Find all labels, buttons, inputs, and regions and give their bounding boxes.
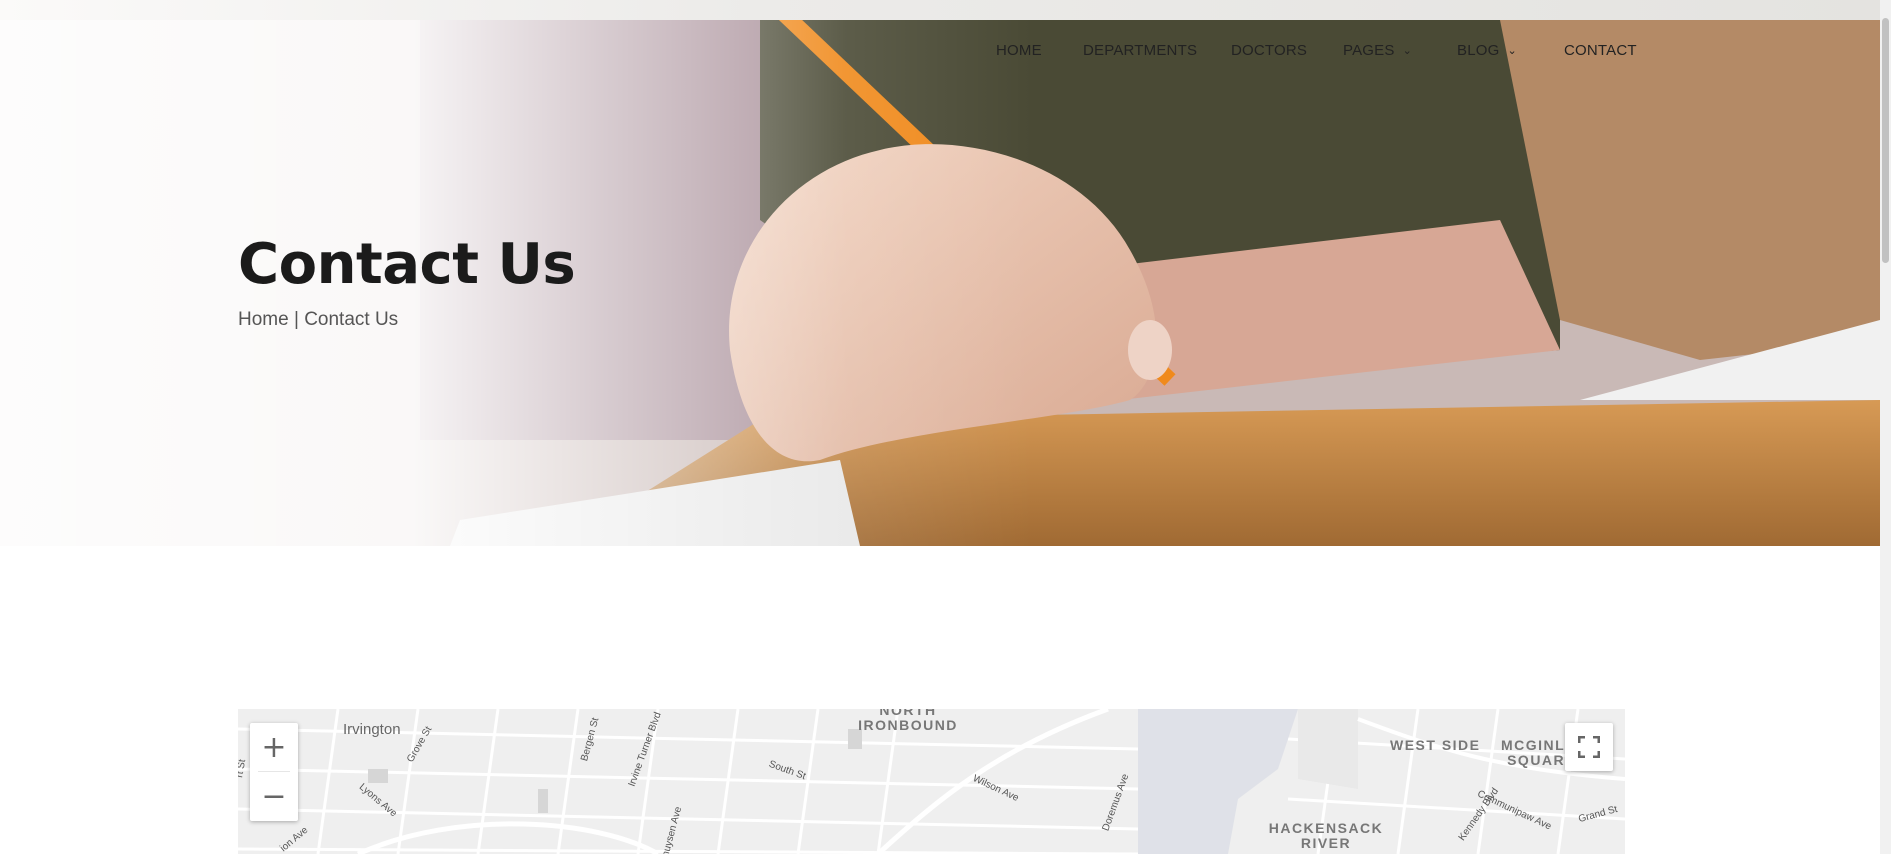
nav-blog-label: BLOG: [1457, 42, 1500, 59]
nav-home-label: HOME: [996, 42, 1042, 59]
page-scrollbar[interactable]: [1880, 0, 1891, 854]
map-label-irvington: Irvington: [343, 721, 401, 738]
map-label-mcginley: MCGINLE: [1500, 737, 1576, 753]
breadcrumb-current: Contact Us: [304, 309, 399, 330]
nav-pages[interactable]: PAGES ⌄: [1343, 42, 1412, 59]
breadcrumb: Home | Contact Us: [238, 309, 398, 331]
map-label-hackensack: HACKENSACK: [1268, 820, 1384, 836]
map-label-river: RIVER: [1300, 835, 1352, 851]
map-label-mcginley-square: MCGINLE SQUARE: [1486, 738, 1576, 768]
map-label-square: SQUARE: [1507, 752, 1576, 768]
fullscreen-icon: [1578, 736, 1600, 758]
page: HOME DEPARTMENTS DOCTORS PAGES ⌄ BLOG ⌄ CO…: [0, 0, 1880, 854]
map-zoom-in-button[interactable]: +: [250, 723, 298, 771]
map-label-hackensack-river: HACKENSACK RIVER: [1266, 821, 1386, 851]
map-embed[interactable]: Irvington NORTH IRONBOUND WEST SIDE MCGI…: [238, 709, 1625, 854]
map-zoom-out-button[interactable]: −: [250, 772, 298, 820]
nav-departments-label: DEPARTMENTS: [1083, 42, 1198, 59]
breadcrumb-home-link[interactable]: Home: [238, 309, 289, 330]
map-label-ironbound: IRONBOUND: [858, 717, 958, 733]
breadcrumb-separator: |: [293, 309, 299, 330]
map-zoom-control: + −: [250, 723, 298, 821]
chevron-down-icon: ⌄: [1507, 45, 1517, 57]
map-fullscreen-button[interactable]: [1565, 723, 1613, 771]
map-label-west-side: WEST SIDE: [1390, 737, 1481, 753]
page-title: Contact Us: [238, 232, 576, 297]
map-label-north-ironbound: NORTH IRONBOUND: [838, 709, 978, 733]
scrollbar-thumb[interactable]: [1882, 18, 1889, 263]
top-bar: [0, 0, 1880, 20]
nav-doctors[interactable]: DOCTORS: [1231, 42, 1307, 59]
nav-pages-label: PAGES: [1343, 42, 1395, 59]
nav-contact[interactable]: CONTACT: [1564, 42, 1637, 59]
nav-departments[interactable]: DEPARTMENTS: [1083, 42, 1197, 59]
nav-contact-label: CONTACT: [1564, 42, 1637, 59]
chevron-down-icon: ⌄: [1402, 45, 1412, 57]
nav-home[interactable]: HOME: [996, 42, 1042, 59]
nav-doctors-label: DOCTORS: [1231, 42, 1308, 59]
nav-blog[interactable]: BLOG ⌄: [1457, 42, 1517, 59]
